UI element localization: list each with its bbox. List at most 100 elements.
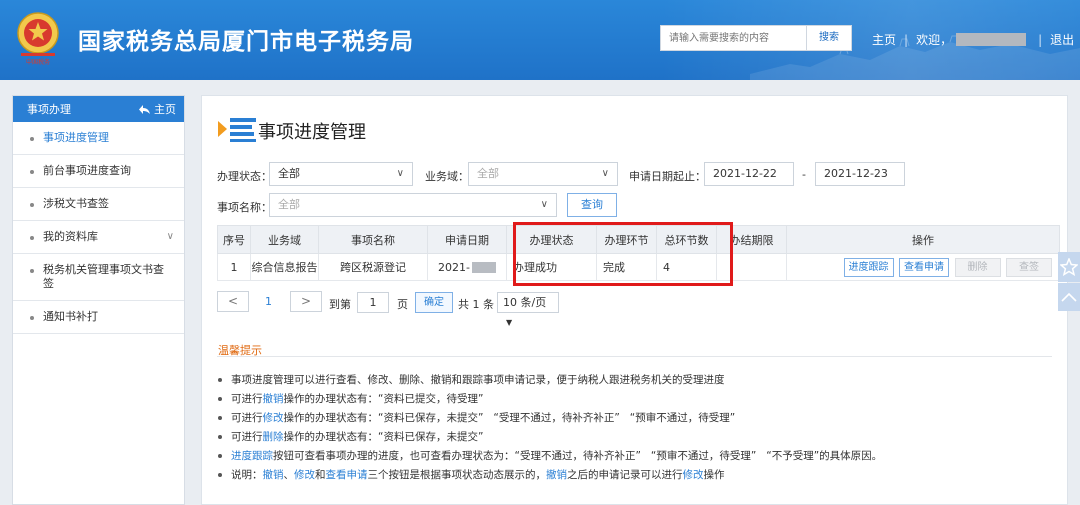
goto-confirm-button[interactable]: 确定 bbox=[415, 292, 453, 313]
item-select[interactable]: 全部 ∨ bbox=[269, 193, 557, 217]
tip-text: 和 bbox=[315, 469, 326, 481]
separator: | bbox=[1038, 32, 1043, 47]
page-title: 事项进度管理 bbox=[258, 122, 366, 143]
sidebar: 事项办理 主页 事项进度管理 前台事项进度查询 涉税文书查签 我的资料库 ∨ 税务… bbox=[12, 95, 185, 505]
domain-filter-label: 业务域： bbox=[425, 170, 469, 183]
column-header: 办理状态 bbox=[506, 225, 597, 254]
tip-text: 说明： bbox=[231, 469, 263, 481]
column-header: 业务域 bbox=[250, 225, 319, 254]
page-size-select[interactable]: 10 条/页 ▼ bbox=[497, 292, 559, 327]
progress-track-button[interactable]: 进度跟踪 bbox=[843, 257, 894, 277]
bullet bbox=[218, 416, 222, 420]
total-count: 共 1 条 bbox=[458, 298, 494, 311]
check-sign-button[interactable]: 查签 bbox=[1006, 257, 1052, 277]
cell-item: 跨区税源登记 bbox=[318, 253, 428, 281]
tip-line: 事项进度管理可以进行查看、修改、删除、撤销和跟踪事项申请记录，便于纳税人跟进税务… bbox=[218, 372, 725, 387]
bullet bbox=[218, 454, 222, 458]
sidebar-item-label: 涉税文书查签 bbox=[43, 197, 109, 210]
svg-text:中国税务: 中国税务 bbox=[26, 58, 50, 66]
cell-status: 办理成功 bbox=[506, 253, 597, 281]
sidebar-item-authority-documents[interactable]: 税务机关管理事项文书查签 bbox=[13, 254, 184, 301]
column-header: 总环节数 bbox=[656, 225, 717, 254]
domain-select-value: 全部 bbox=[477, 167, 499, 180]
chevron-up-icon bbox=[1061, 292, 1077, 302]
chevron-down-icon: ∨ bbox=[601, 168, 609, 179]
next-page-button[interactable]: > bbox=[290, 291, 322, 312]
date-start-input[interactable]: 2021-12-22 bbox=[704, 162, 794, 186]
back-to-top-button[interactable] bbox=[1058, 283, 1080, 311]
tip-line: 可进行撤销操作的办理状态有：“资料已提交，待受理” bbox=[218, 391, 483, 406]
view-application-button[interactable]: 查看申请 bbox=[899, 257, 949, 277]
search-input[interactable] bbox=[661, 26, 806, 50]
sidebar-item-notice-reprint[interactable]: 通知书补打 bbox=[13, 301, 184, 334]
sidebar-item-progress[interactable]: 事项进度管理 bbox=[13, 122, 184, 155]
sidebar-item-my-library[interactable]: 我的资料库 ∨ bbox=[13, 221, 184, 254]
cell-date: 2021- bbox=[427, 253, 507, 281]
column-header: 序号 bbox=[217, 225, 251, 254]
item-filter-label: 事项名称： bbox=[217, 201, 272, 214]
sidebar-item-front-desk-query[interactable]: 前台事项进度查询 bbox=[13, 155, 184, 188]
tip-link-revoke[interactable]: 撤销 bbox=[263, 469, 284, 481]
sidebar-item-label: 事项进度管理 bbox=[43, 131, 109, 144]
tip-link-revoke[interactable]: 撤销 bbox=[263, 393, 284, 405]
tip-text: 可进行 bbox=[231, 412, 263, 424]
cell-date-text: 2021- bbox=[438, 260, 470, 274]
tip-line: 可进行修改操作的办理状态有：“资料已保存，未提交” “受理不通过，待补齐补正” … bbox=[218, 410, 735, 425]
goto-label: 到第 bbox=[329, 298, 351, 311]
sidebar-home-link[interactable]: 主页 bbox=[139, 101, 176, 117]
masked-username bbox=[956, 33, 1027, 46]
list-icon bbox=[218, 118, 256, 142]
sidebar-header: 事项办理 主页 bbox=[13, 96, 184, 122]
logout-link[interactable]: 退出 bbox=[1050, 31, 1074, 48]
header-bar: 中国税务 国家税务总局厦门市电子税务局 搜索 主页 | 欢迎， | 退出 bbox=[0, 0, 1080, 80]
status-select[interactable]: 全部 ∨ bbox=[269, 162, 413, 186]
tip-link-track[interactable]: 进度跟踪 bbox=[231, 450, 273, 462]
back-arrow-icon bbox=[139, 104, 150, 114]
search-box bbox=[660, 25, 806, 51]
sidebar-home-label: 主页 bbox=[154, 103, 176, 116]
tip-text: 可进行 bbox=[231, 393, 263, 405]
bullet bbox=[218, 473, 222, 477]
bullet bbox=[218, 435, 222, 439]
tip-line: 可进行删除操作的办理状态有：“资料已保存，未提交” bbox=[218, 429, 483, 444]
delete-button[interactable]: 删除 bbox=[954, 257, 1001, 277]
top-links: 主页 | 欢迎， | 退出 bbox=[872, 31, 1074, 48]
tip-text: 事项进度管理可以进行查看、修改、删除、撤销和跟踪事项申请记录，便于纳税人跟进税务… bbox=[231, 374, 725, 386]
sidebar-item-label: 税务机关管理事项文书查签 bbox=[43, 263, 164, 290]
status-filter-label: 办理状态： bbox=[217, 170, 272, 183]
prev-page-button[interactable]: < bbox=[217, 291, 249, 312]
tip-link-modify[interactable]: 修改 bbox=[294, 469, 315, 481]
cell-ops: 进度跟踪 查看申请 删除 查签 bbox=[786, 253, 1060, 281]
column-header: 办理环节 bbox=[596, 225, 657, 254]
tip-link-view[interactable]: 查看申请 bbox=[326, 469, 368, 481]
favorite-button[interactable] bbox=[1058, 252, 1080, 282]
query-button[interactable]: 查询 bbox=[567, 193, 617, 217]
status-select-value: 全部 bbox=[278, 167, 300, 180]
caret-down-icon: ▼ bbox=[506, 318, 513, 327]
tip-text: 操作的办理状态有：“资料已保存，未提交” bbox=[283, 431, 484, 443]
domain-select[interactable]: 全部 ∨ bbox=[468, 162, 618, 186]
sidebar-item-tax-documents[interactable]: 涉税文书查签 bbox=[13, 188, 184, 221]
home-link[interactable]: 主页 bbox=[872, 31, 896, 48]
search-button[interactable]: 搜索 bbox=[806, 25, 852, 51]
tip-link-modify[interactable]: 修改 bbox=[263, 412, 284, 424]
cell-domain: 综合信息报告 bbox=[250, 253, 319, 281]
page-size-value: 10 条/页 bbox=[503, 296, 547, 309]
tip-link-delete[interactable]: 删除 bbox=[263, 431, 284, 443]
tip-link-modify[interactable]: 修改 bbox=[683, 469, 704, 481]
cell-deadline bbox=[716, 253, 787, 281]
table-row: 1 综合信息报告 跨区税源登记 2021- 办理成功 完成 4 进度跟踪 查看申… bbox=[217, 253, 1060, 281]
separator: | bbox=[904, 32, 909, 47]
column-header: 操作 bbox=[786, 225, 1060, 254]
date-end-input[interactable]: 2021-12-23 bbox=[815, 162, 905, 186]
goto-page-input[interactable]: 1 bbox=[357, 292, 389, 313]
date-separator: - bbox=[802, 168, 806, 181]
tip-text: 操作的办理状态有：“资料已提交，待受理” bbox=[283, 393, 484, 405]
cell-stage: 完成 bbox=[596, 253, 657, 281]
date-range-label: 申请日期起止： bbox=[629, 170, 706, 183]
tip-link-revoke[interactable]: 撤销 bbox=[546, 469, 567, 481]
chevron-down-icon: ∨ bbox=[166, 231, 174, 242]
tip-text: 、 bbox=[283, 469, 295, 481]
page-number[interactable]: 1 bbox=[265, 295, 272, 308]
item-select-value: 全部 bbox=[278, 198, 300, 211]
